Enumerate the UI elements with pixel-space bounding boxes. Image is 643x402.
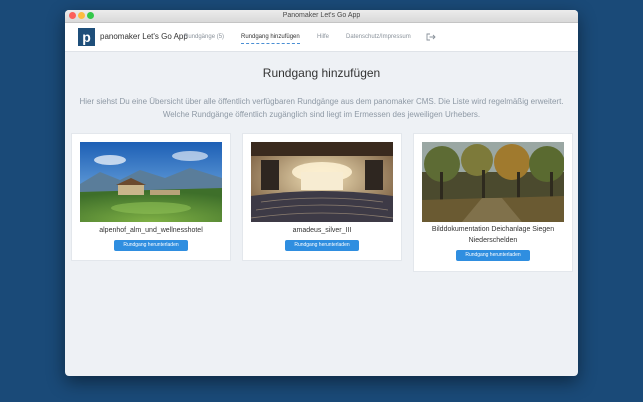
- window-title: Panomaker Let's Go App: [282, 12, 361, 19]
- nav-rundgaenge[interactable]: Rundgänge (5): [184, 23, 224, 51]
- top-navbar: p panomaker Let's Go App Rundgänge (5) R…: [65, 23, 578, 52]
- title-bar: Panomaker Let's Go App: [65, 10, 578, 23]
- download-tour-button[interactable]: Rundgang herunterladen: [285, 240, 359, 251]
- app-window: Panomaker Let's Go App p panomaker Let's…: [65, 10, 578, 376]
- logout-icon[interactable]: [426, 33, 436, 41]
- tour-card: Bilddokumentation Deichanlage Siegen Nie…: [413, 133, 573, 272]
- tour-card: alpenhof_alm_und_wellnesshotel Rundgang …: [71, 133, 231, 261]
- tour-thumbnail[interactable]: [80, 142, 222, 222]
- tour-card: amadeus_silver_III Rundgang herunterlade…: [242, 133, 402, 261]
- tour-name: Bilddokumentation Deichanlage Siegen Nie…: [431, 226, 555, 244]
- intro-text: Hier siehst Du eine Übersicht über alle …: [79, 97, 564, 119]
- page-title: Rundgang hinzufügen: [262, 66, 381, 80]
- download-tour-button[interactable]: Rundgang herunterladen: [114, 240, 188, 251]
- app-logo[interactable]: p: [78, 28, 95, 46]
- nav-datenschutz[interactable]: Datenschutz/Impressum: [346, 23, 411, 51]
- tour-thumbnail[interactable]: [251, 142, 393, 222]
- tour-thumbnail[interactable]: [422, 142, 564, 222]
- nav-hilfe[interactable]: Hilfe: [317, 23, 329, 51]
- tour-name: alpenhof_alm_und_wellnesshotel: [99, 227, 203, 234]
- nav-rundgang-hinzufuegen[interactable]: Rundgang hinzufügen: [241, 23, 300, 51]
- brand-name[interactable]: panomaker Let's Go App: [100, 23, 188, 51]
- tour-name: amadeus_silver_III: [292, 227, 352, 234]
- download-tour-button[interactable]: Rundgang herunterladen: [456, 250, 530, 261]
